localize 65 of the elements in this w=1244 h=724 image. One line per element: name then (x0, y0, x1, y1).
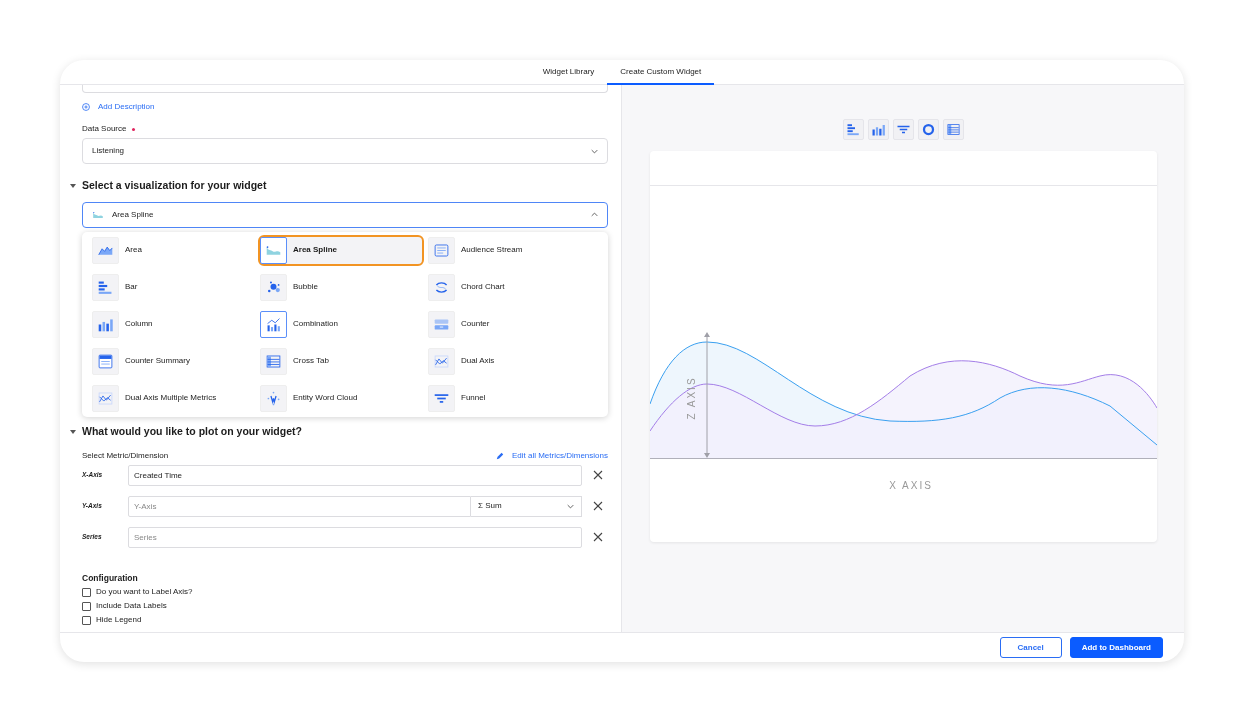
list-window-icon (433, 241, 450, 259)
add-button[interactable]: Add to Dashboard (1069, 637, 1163, 658)
collapse-icon[interactable] (70, 182, 76, 189)
option-item[interactable]: Audience Stream (426, 234, 592, 266)
word-cloud-icon (265, 389, 282, 407)
close-button[interactable] (593, 470, 603, 480)
tab[interactable]: Widget Library (529, 60, 608, 85)
chart-type-button[interactable] (892, 119, 914, 140)
input-field[interactable]: Series (128, 526, 582, 548)
collapse-icon[interactable] (70, 428, 76, 435)
chevron-up-icon (591, 212, 598, 218)
chevron-down-icon (567, 503, 574, 509)
option-item[interactable]: Cross Tab (258, 345, 424, 377)
checkbox-label: Include Data Labels (96, 600, 167, 613)
chart-type-button[interactable] (942, 119, 964, 140)
option-item[interactable]: Dual Axis (426, 345, 592, 377)
add-description-link[interactable]: Add Description (98, 101, 155, 113)
field-label: Select Metric/Dimension (82, 449, 169, 462)
add-icon (82, 103, 90, 111)
axis-title: X AXIS (888, 480, 933, 491)
option-item[interactable]: Entity Word Cloud (258, 382, 424, 414)
line-chart-icon (97, 389, 114, 407)
chevron-down-icon (591, 148, 598, 154)
select-field[interactable]: Listening (82, 138, 608, 164)
calendar-table-icon (97, 352, 114, 370)
option-item[interactable]: Dual Axis Multiple Metrics (90, 382, 256, 414)
option-item[interactable]: Funnel (426, 382, 592, 414)
input-field[interactable] (82, 85, 608, 93)
axis-title: Z AXIS (685, 376, 697, 420)
select-field[interactable]: Area Spline (82, 201, 608, 228)
checkbox[interactable] (82, 587, 91, 597)
section-heading: Select a visualization for your widget (82, 178, 267, 193)
close-button[interactable] (593, 501, 603, 511)
table-icon (265, 352, 282, 370)
option-item[interactable]: Chord Chart (426, 271, 592, 303)
line-chart-icon (433, 352, 450, 370)
chart-type-button[interactable] (842, 119, 864, 140)
config-heading: Configuration (82, 571, 139, 585)
edit-link[interactable]: Edit all Metrics/Dimensions (511, 449, 608, 462)
input-field[interactable]: Y-Axis (128, 495, 471, 517)
option-item[interactable]: Bubble (258, 271, 424, 303)
chart-type-button[interactable] (867, 119, 889, 140)
checkbox[interactable] (82, 615, 91, 625)
checkbox[interactable] (82, 601, 91, 611)
option-item[interactable]: Area (90, 234, 256, 266)
bar-chart-icon (845, 122, 861, 137)
option-item[interactable]: Area Spline (258, 234, 424, 266)
checkbox-label: Hide Legend (96, 614, 142, 627)
column-chart-icon (870, 122, 886, 137)
checkbox-label: Do you want to Label Axis? (96, 586, 193, 599)
option-item[interactable]: Bar (90, 271, 256, 303)
cancel-button[interactable]: Cancel (999, 637, 1062, 658)
table-icon (945, 122, 961, 137)
field-label: Data Source (82, 123, 127, 135)
donut-chart-icon (920, 122, 936, 137)
input-field[interactable]: Created Time (128, 464, 582, 486)
option-item[interactable]: Combination (258, 308, 424, 340)
chart-type-button[interactable] (917, 119, 939, 140)
section-heading: What would you like to plot on your widget? (82, 423, 302, 439)
pencil-icon (495, 451, 504, 460)
option-item[interactable]: Column (90, 308, 256, 340)
close-button[interactable] (593, 532, 603, 542)
aggregation-select[interactable]: Σ Sum (471, 495, 582, 517)
option-item[interactable]: Counter Summary (90, 345, 256, 377)
option-item[interactable]: Counter (426, 308, 592, 340)
